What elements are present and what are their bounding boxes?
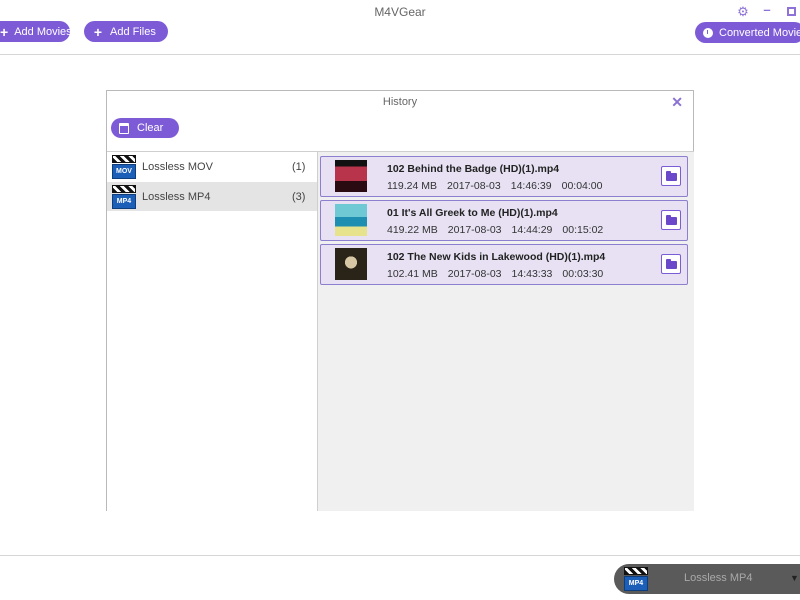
add-movies-button[interactable]: + Add Movies [0, 21, 72, 42]
clear-button[interactable]: Clear [111, 118, 179, 138]
close-icon[interactable]: ✕ [671, 94, 683, 111]
add-files-button[interactable]: + Add Files [84, 21, 168, 42]
file-meta: 419.22 MB 2017-08-03 14:44:29 00:15:02 [387, 224, 613, 236]
bottom-bar: MP4 Lossless MP4 ▼ [0, 555, 800, 600]
app-title: M4VGear [374, 5, 426, 19]
trash-icon [119, 122, 129, 134]
plus-icon: + [93, 23, 103, 40]
file-time: 14:46:39 [510, 180, 552, 192]
file-card[interactable]: 102 Behind the Badge (HD)(1).mp4 119.24 … [320, 156, 688, 197]
file-time: 14:43:33 [511, 268, 553, 280]
dialog-title: History [382, 96, 418, 108]
converted-movies-button[interactable]: Converted Movies [695, 22, 800, 43]
file-meta: 102.41 MB 2017-08-03 14:43:33 00:03:30 [387, 268, 613, 280]
file-duration: 00:15:02 [562, 224, 604, 236]
file-card[interactable]: 01 It's All Greek to Me (HD)(1).mp4 419.… [320, 200, 688, 241]
format-item-lossless-mov[interactable]: MOV Lossless MOV (1) [107, 152, 317, 181]
output-format-select[interactable]: MP4 Lossless MP4 ▼ [614, 564, 800, 594]
video-thumbnail [335, 204, 367, 236]
mov-format-icon: MOV [112, 154, 136, 179]
add-files-label: Add Files [110, 25, 156, 38]
file-meta: 119.24 MB 2017-08-03 14:46:39 00:04:00 [387, 180, 612, 192]
folder-icon [666, 215, 677, 225]
maximize-icon[interactable] [784, 4, 798, 19]
converted-movies-label: Converted Movies [719, 26, 800, 39]
file-name: 01 It's All Greek to Me (HD)(1).mp4 [387, 207, 558, 219]
file-card[interactable]: 102 The New Kids in Lakewood (HD)(1).mp4… [320, 244, 688, 285]
video-thumbnail [335, 160, 367, 192]
top-toolbar: M4VGear + Add Movies + Add Files Convert… [0, 0, 800, 55]
file-size: 419.22 MB [387, 224, 438, 236]
file-name: 102 Behind the Badge (HD)(1).mp4 [387, 163, 560, 175]
chevron-down-icon[interactable]: ▼ [790, 573, 800, 585]
format-item-lossless-mp4[interactable]: MP4 Lossless MP4 (3) [107, 182, 317, 211]
minimize-icon[interactable]: – [760, 2, 774, 17]
file-name: 102 The New Kids in Lakewood (HD)(1).mp4 [387, 251, 606, 263]
format-list: MOV Lossless MOV (1) MP4 Lossless MP4 (3… [107, 151, 318, 511]
open-folder-button[interactable] [661, 166, 681, 186]
clear-label: Clear [137, 122, 164, 134]
format-name: Lossless MP4 [142, 190, 211, 203]
folder-icon [666, 259, 677, 269]
mp4-format-icon: MP4 [624, 567, 648, 591]
plus-icon: + [0, 23, 9, 40]
file-duration: 00:03:30 [562, 268, 604, 280]
clock-icon [703, 27, 713, 38]
format-count: (3) [292, 190, 306, 203]
file-size: 102.41 MB [387, 268, 438, 280]
format-count: (1) [292, 160, 306, 173]
open-folder-button[interactable] [661, 254, 681, 274]
open-folder-button[interactable] [661, 210, 681, 230]
gear-icon[interactable]: ⚙ [736, 4, 750, 20]
file-date: 2017-08-03 [447, 180, 501, 192]
video-thumbnail [335, 248, 367, 280]
output-format-label: Lossless MP4 [684, 572, 753, 584]
file-duration: 00:04:00 [561, 180, 603, 192]
history-dialog: History ✕ Clear MOV Lossless MOV (1) MP4… [106, 90, 694, 511]
file-date: 2017-08-03 [447, 268, 502, 280]
file-time: 14:44:29 [511, 224, 553, 236]
folder-icon [666, 171, 677, 181]
mp4-format-icon: MP4 [112, 184, 136, 209]
file-date: 2017-08-03 [447, 224, 502, 236]
file-list: 102 Behind the Badge (HD)(1).mp4 119.24 … [318, 151, 694, 511]
file-size: 119.24 MB [387, 180, 438, 192]
add-movies-label: Add Movies [14, 25, 72, 38]
format-name: Lossless MOV [142, 160, 213, 173]
